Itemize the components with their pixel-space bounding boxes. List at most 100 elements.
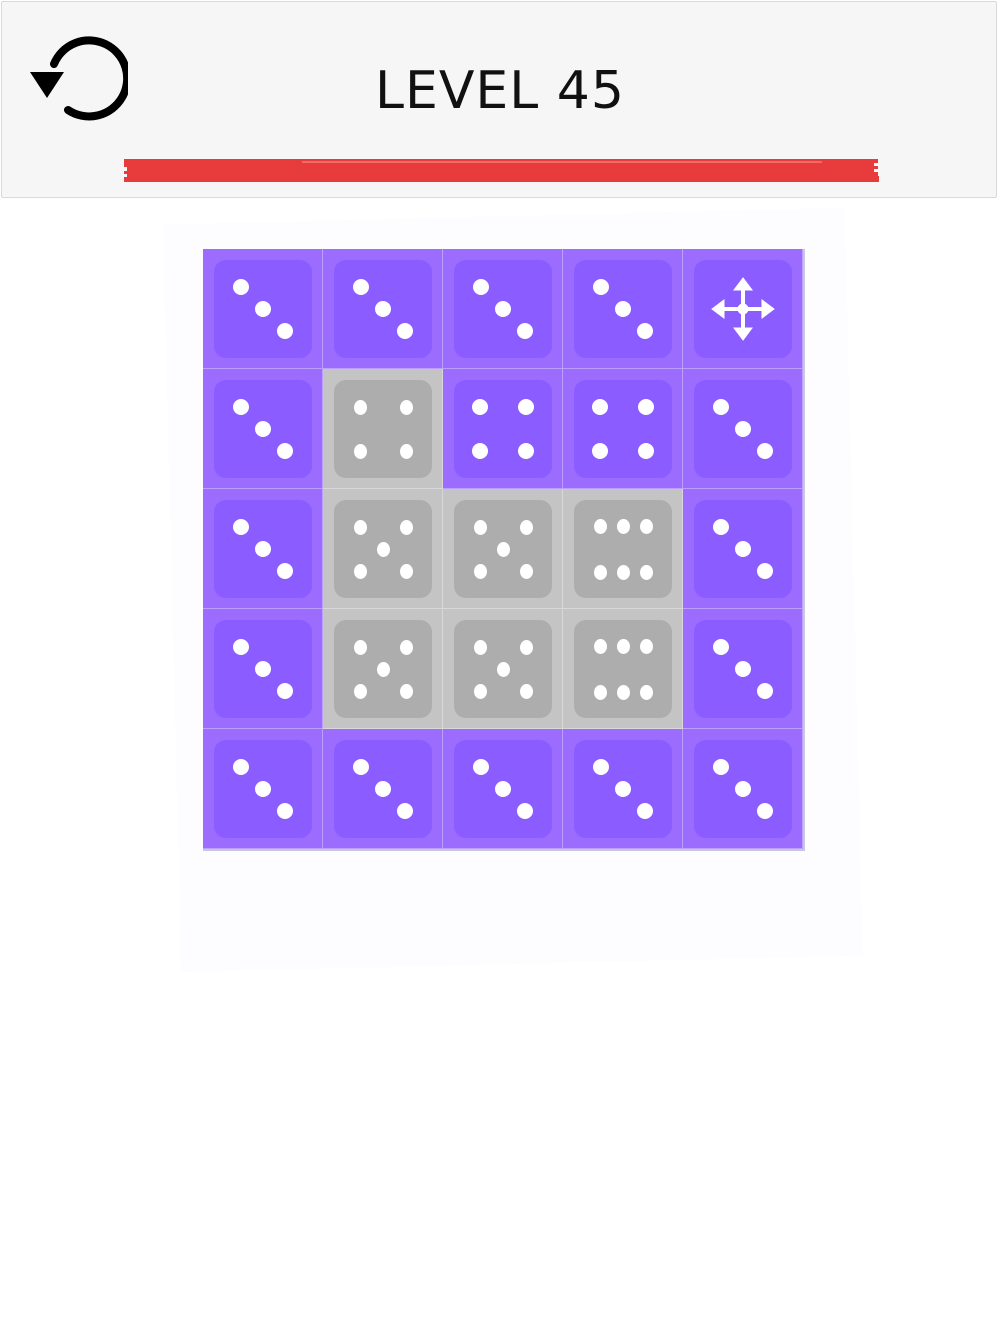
die-face-6 [574,620,672,718]
board-cell-r1-c3[interactable] [443,249,563,369]
die-pip [616,684,630,700]
board-cell-r2-c1[interactable] [203,369,323,489]
board-cell-r1-c1[interactable] [203,249,323,369]
move-arrows-icon [711,277,775,341]
die-pip [518,443,534,459]
die-face-3 [214,380,312,478]
die-pip [353,279,369,295]
die-pip [375,781,391,797]
die-pip [757,563,773,579]
board-cell-r4-c3[interactable] [443,609,563,729]
die-face-3 [574,260,672,358]
die-pip [713,519,729,535]
die-pip [593,684,607,700]
board-cell-r1-c2[interactable] [323,249,443,369]
die-face-3 [214,500,312,598]
die-pip [639,638,653,654]
die-pip [616,638,630,654]
board-cell-r3-c4[interactable] [563,489,683,609]
die-pip [592,443,608,459]
die-pip [518,399,534,415]
die-face-3 [694,500,792,598]
top-bar: LEVEL 45 [1,1,997,198]
board-cell-r5-c5[interactable] [683,729,803,849]
die-pip [757,803,773,819]
die-pip [353,519,367,535]
board-cell-r5-c4[interactable] [563,729,683,849]
die-pip [735,781,751,797]
die-pip [255,421,271,437]
die-pip [277,803,293,819]
die-pip [593,279,609,295]
die-pip [735,421,751,437]
board-cell-r4-c2[interactable] [323,609,443,729]
board-cell-r3-c5[interactable] [683,489,803,609]
die-pip [593,759,609,775]
die-pip [353,399,367,415]
die-face-5 [334,500,432,598]
die-pip [519,683,533,699]
die-pip [495,301,511,317]
board-cell-r1-c4[interactable] [563,249,683,369]
board-cell-r3-c3[interactable] [443,489,563,609]
die-pip [593,638,607,654]
board-cell-r4-c5[interactable] [683,609,803,729]
die-pip [397,323,413,339]
die-pip [638,399,654,415]
die-pip [255,661,271,677]
board-cell-r2-c5[interactable] [683,369,803,489]
die-face-4 [454,380,552,478]
move-die [694,260,792,358]
die-face-3 [214,740,312,838]
board-cell-r4-c1[interactable] [203,609,323,729]
die-face-3 [454,260,552,358]
die-pip [616,518,630,534]
die-pip [637,323,653,339]
die-face-3 [334,740,432,838]
die-face-5 [334,620,432,718]
die-pip [757,443,773,459]
die-pip [399,443,413,459]
board-cell-r2-c2[interactable] [323,369,443,489]
die-face-5 [454,620,552,718]
die-pip [397,803,413,819]
die-pip [735,661,751,677]
die-pip [517,323,533,339]
die-pip [757,683,773,699]
die-pip [593,564,607,580]
die-pip [375,301,391,317]
board-cell-r1-c5[interactable] [683,249,803,369]
board-cell-r5-c3[interactable] [443,729,563,849]
die-pip [255,301,271,317]
die-pip [615,301,631,317]
die-face-3 [694,740,792,838]
board-cell-r3-c2[interactable] [323,489,443,609]
die-pip [519,563,533,579]
die-pip [495,781,511,797]
board-cell-r5-c1[interactable] [203,729,323,849]
die-face-6 [574,500,672,598]
die-pip [233,639,249,655]
die-face-3 [334,260,432,358]
die-pip [353,639,367,655]
board-cell-r4-c4[interactable] [563,609,683,729]
die-pip [233,399,249,415]
die-face-3 [214,260,312,358]
die-pip [639,518,653,534]
die-pip [713,399,729,415]
board-cell-r5-c2[interactable] [323,729,443,849]
board-cell-r2-c3[interactable] [443,369,563,489]
die-face-3 [574,740,672,838]
die-pip [593,518,607,534]
die-pip [496,541,510,557]
die-pip [399,399,413,415]
board-cell-r2-c4[interactable] [563,369,683,489]
board-cell-r3-c1[interactable] [203,489,323,609]
die-pip [277,683,293,699]
die-pip [639,684,653,700]
die-pip [353,683,367,699]
die-face-3 [694,620,792,718]
die-pip [233,279,249,295]
die-pip [353,563,367,579]
die-pip [473,279,489,295]
